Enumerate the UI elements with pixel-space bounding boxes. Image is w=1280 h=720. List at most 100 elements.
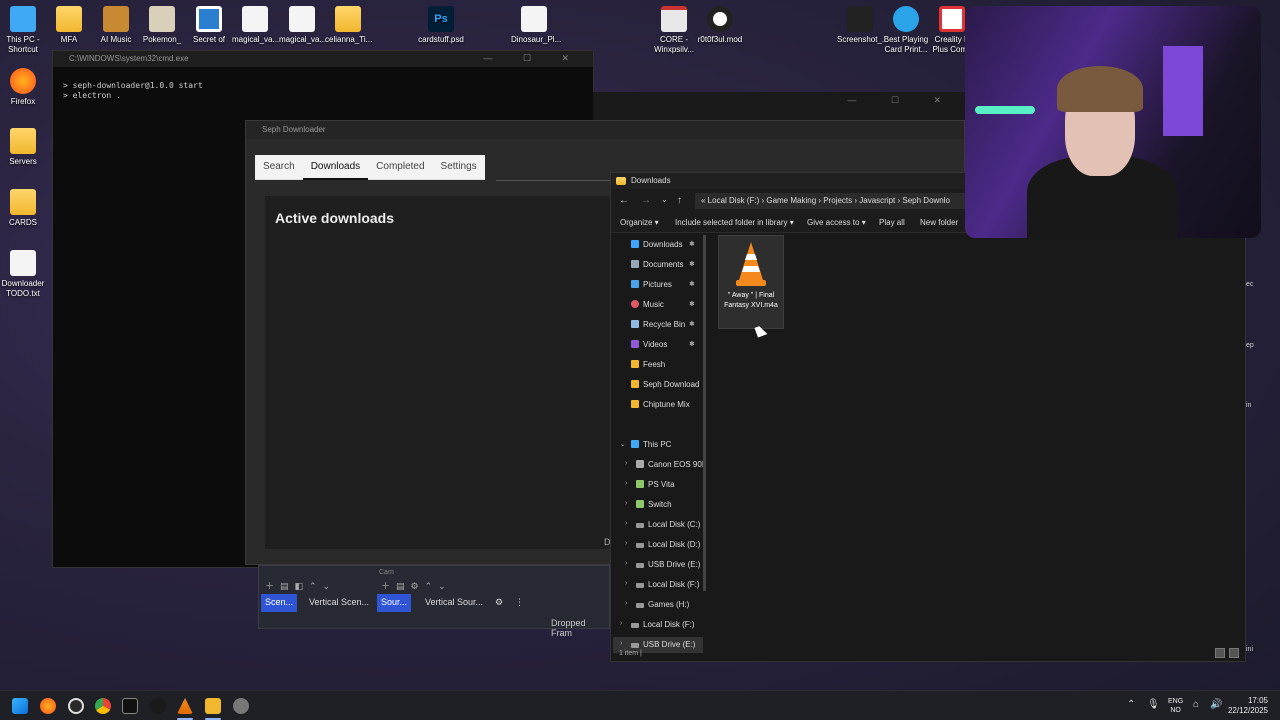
nav-item-music[interactable]: Music ✱: [631, 300, 695, 309]
nav-item-usb-e[interactable]: › USB Drive (E:): [625, 560, 700, 569]
chevron-right-icon[interactable]: ›: [625, 600, 627, 607]
desktop-icon-celianna[interactable]: celianna_Ti...: [325, 6, 372, 45]
chevron-right-icon[interactable]: ›: [625, 480, 627, 487]
language-indicator[interactable]: ENG NO: [1168, 697, 1183, 715]
desktop-icon-servers[interactable]: Servers: [0, 128, 46, 167]
clock[interactable]: 17:05 22/12/2025: [1228, 696, 1268, 716]
network-icon[interactable]: ⌂: [1193, 699, 1199, 710]
chevron-right-icon[interactable]: ›: [625, 580, 627, 587]
chevron-right-icon[interactable]: ›: [625, 540, 627, 547]
more-icon[interactable]: ⋮: [511, 594, 528, 612]
microphone-icon[interactable]: 🎙: [1147, 699, 1160, 710]
nav-item-feesh[interactable]: Feesh: [631, 360, 665, 369]
volume-icon[interactable]: 🔊: [1210, 699, 1222, 710]
firefox-icon[interactable]: [40, 698, 56, 714]
nav-item-this-pc[interactable]: ⌄ This PC: [620, 440, 671, 449]
nav-scrollbar[interactable]: [703, 235, 706, 591]
tab-downloads[interactable]: Downloads: [302, 155, 369, 180]
up-icon[interactable]: ↑: [677, 195, 682, 206]
details-view-icon[interactable]: [1215, 648, 1225, 658]
desktop-icon-screenshot[interactable]: Screenshot_...: [837, 6, 889, 45]
desktop-icon-cards[interactable]: CARDS: [0, 189, 46, 228]
scene-toolbar[interactable]: ＋▤◧⌃⌄: [265, 579, 336, 592]
gear-icon[interactable]: [233, 698, 249, 714]
desktop-icon-ai-music[interactable]: AI Music: [93, 6, 139, 45]
nav-item-downloads[interactable]: Downloads ✱: [631, 240, 695, 249]
desktop-icon-magical-2[interactable]: magical_va...: [279, 6, 326, 45]
forward-icon[interactable]: →: [641, 195, 651, 206]
scenes-tab[interactable]: Scen...: [261, 594, 298, 612]
cmd-titlebar[interactable]: C:\WINDOWS\system32\cmd.exe — ☐ ✕: [53, 51, 593, 67]
desktop-icon-this-pc[interactable]: This PC - Shortcut: [0, 6, 46, 55]
back-icon[interactable]: ←: [619, 195, 629, 206]
play-all-button[interactable]: Play all: [879, 218, 905, 227]
pin-icon[interactable]: ✱: [689, 300, 695, 308]
chevron-right-icon[interactable]: ›: [620, 640, 622, 647]
desktop-icon-core[interactable]: CORE - Winxpsilv...: [651, 6, 697, 55]
pin-icon[interactable]: ✱: [689, 280, 695, 288]
nav-item-documents[interactable]: Documents ✱: [631, 260, 695, 269]
nav-item-videos[interactable]: Videos ✱: [631, 340, 695, 349]
background-window-titlebar[interactable]: — ☐ ✕: [593, 92, 965, 122]
nav-item-ps-vita[interactable]: › PS Vita: [625, 480, 675, 489]
tiles-view-icon[interactable]: [1229, 648, 1239, 658]
pin-icon[interactable]: ✱: [689, 320, 695, 328]
github-icon[interactable]: [68, 698, 84, 714]
tab-completed[interactable]: Completed: [368, 155, 433, 180]
obs-icon[interactable]: [150, 698, 166, 714]
windows-start-icon[interactable]: [12, 698, 28, 714]
gear-icon[interactable]: ⚙: [491, 594, 507, 612]
nav-item-usb-e-2[interactable]: › USB Drive (E:): [620, 640, 695, 649]
desktop-icon-secret-of[interactable]: Secret of: [186, 6, 232, 45]
explorer-window[interactable]: Downloads ← → ⌄ ↑ « Local Disk (F:) › Ga…: [610, 172, 1246, 662]
organize-menu[interactable]: Organize ▾: [620, 218, 659, 227]
pin-icon[interactable]: ✱: [689, 260, 695, 268]
pin-icon[interactable]: ✱: [689, 240, 695, 248]
window-controls[interactable]: — ☐ ✕: [847, 95, 957, 106]
chevron-down-icon[interactable]: ⌄: [620, 440, 626, 448]
chevron-up-icon[interactable]: ⌃: [1127, 699, 1135, 710]
tab-search[interactable]: Search: [255, 155, 303, 180]
desktop-icon-pokemon[interactable]: Pokemon_: [139, 6, 185, 45]
desktop-icon-mod[interactable]: r0t0f3ul.mod: [697, 6, 743, 45]
desktop-icon-cardstuff[interactable]: Ps cardstuff.psd: [418, 6, 464, 45]
nav-item-disk-c[interactable]: › Local Disk (C:): [625, 520, 700, 529]
desktop-icon-best-playing[interactable]: Best Playing Card Print...: [883, 6, 929, 55]
chevron-down-icon[interactable]: ⌄: [661, 195, 668, 204]
nav-item-canon[interactable]: › Canon EOS 90I: [625, 460, 704, 469]
navigation-pane[interactable]: Downloads ✱ Documents ✱ Pictures ✱ Music ✱ R…: [611, 235, 705, 655]
chrome-icon[interactable]: [95, 698, 111, 714]
vertical-scenes-tab[interactable]: Vertical Scen...: [305, 594, 373, 612]
vertical-sources-tab[interactable]: Vertical Sour...: [421, 594, 487, 612]
desktop-icon-firefox[interactable]: Firefox: [0, 68, 46, 107]
nav-item-games-h[interactable]: › Games (H:): [625, 600, 689, 609]
chevron-right-icon[interactable]: ›: [625, 500, 627, 507]
file-explorer-icon[interactable]: [205, 698, 221, 714]
window-controls[interactable]: — ☐ ✕: [483, 53, 583, 64]
seph-titlebar[interactable]: Seph Downloader: [246, 121, 964, 139]
chevron-right-icon[interactable]: ›: [625, 520, 627, 527]
desktop-icon-dinosaur[interactable]: Dinosaur_Pl...: [511, 6, 561, 45]
nav-item-recycle-bin[interactable]: Recycle Bin ✱: [631, 320, 695, 329]
chevron-right-icon[interactable]: ›: [625, 560, 627, 567]
pin-icon[interactable]: ✱: [689, 340, 695, 348]
chevron-right-icon[interactable]: ›: [625, 460, 627, 467]
nav-item-switch[interactable]: › Switch: [625, 500, 672, 509]
nav-item-chiptune-mix[interactable]: Chiptune Mix: [631, 400, 690, 409]
include-library-menu[interactable]: Include selected folder in library ▾: [675, 218, 794, 227]
tab-settings[interactable]: Settings: [432, 155, 485, 180]
desktop-icon-magical-1[interactable]: magical_va...: [232, 6, 279, 45]
nav-item-disk-d[interactable]: › Local Disk (D:): [625, 540, 700, 549]
give-access-menu[interactable]: Give access to ▾: [807, 218, 866, 227]
nav-item-disk-f[interactable]: › Local Disk (F:): [625, 580, 700, 589]
desktop-icon-todo[interactable]: Downloader TODO.txt: [0, 250, 46, 299]
terminal-icon[interactable]: [122, 698, 138, 714]
new-folder-button[interactable]: New folder: [920, 218, 958, 227]
vlc-icon[interactable]: [177, 698, 193, 714]
nav-item-pictures[interactable]: Pictures ✱: [631, 280, 695, 289]
chevron-right-icon[interactable]: ›: [620, 620, 622, 627]
nav-item-seph-download[interactable]: Seph Download: [631, 380, 699, 389]
file-item[interactable]: " Away " | Final Fantasy XVI.m4a: [718, 235, 784, 329]
desktop-icon-mfa[interactable]: MFA: [46, 6, 92, 45]
nav-item-disk-f-2[interactable]: › Local Disk (F:): [620, 620, 695, 629]
